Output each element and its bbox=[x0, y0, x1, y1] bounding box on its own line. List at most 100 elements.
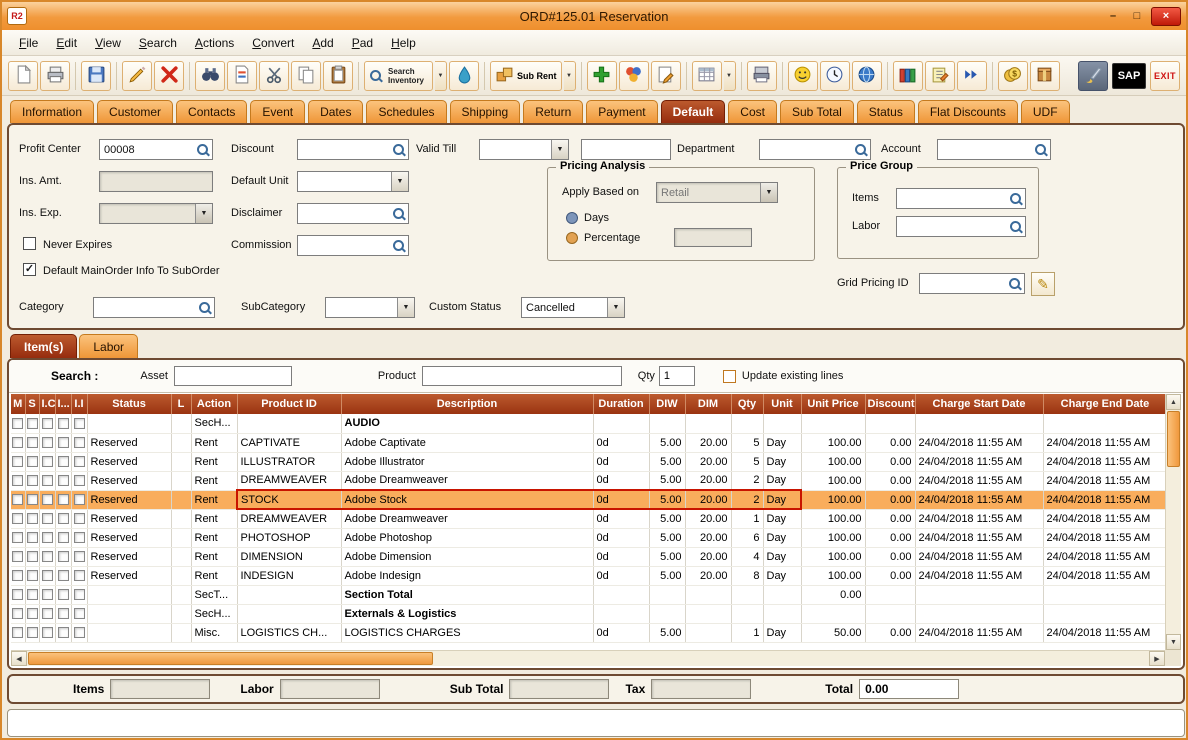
row-checkbox[interactable] bbox=[27, 532, 38, 543]
row-checkbox[interactable] bbox=[58, 513, 69, 524]
row-checkbox[interactable] bbox=[42, 456, 53, 467]
row-checkbox[interactable] bbox=[12, 513, 23, 524]
row-checkbox[interactable] bbox=[27, 494, 38, 505]
sap-button[interactable]: SAP bbox=[1112, 63, 1146, 89]
grid-col-description[interactable]: Description bbox=[341, 394, 593, 414]
price-group-labor-field[interactable] bbox=[896, 216, 1026, 237]
close-button[interactable]: × bbox=[1151, 7, 1181, 26]
chevron-down-icon[interactable]: ▼ bbox=[607, 298, 624, 317]
asset-input[interactable] bbox=[174, 366, 292, 386]
valid-till-combo[interactable]: ▼ bbox=[479, 139, 569, 160]
grid-row[interactable]: ReservedRentDREAMWEAVERAdobe Dreamweaver… bbox=[11, 509, 1165, 528]
sub-rent-button[interactable]: Sub Rent bbox=[490, 61, 562, 91]
row-checkbox[interactable] bbox=[27, 475, 38, 486]
grid-col-product-id[interactable]: Product ID bbox=[237, 394, 341, 414]
edit-button[interactable] bbox=[122, 61, 152, 91]
grid-col-i[interactable]: I... bbox=[55, 394, 71, 414]
tab-schedules[interactable]: Schedules bbox=[366, 100, 446, 123]
minimize-button[interactable]: – bbox=[1103, 8, 1123, 24]
menu-help[interactable]: Help bbox=[382, 32, 425, 54]
row-checkbox[interactable] bbox=[12, 589, 23, 600]
cut-document-button[interactable] bbox=[227, 61, 257, 91]
product-input[interactable] bbox=[422, 366, 622, 386]
payment-button[interactable]: $ bbox=[998, 61, 1028, 91]
row-checkbox[interactable] bbox=[58, 627, 69, 638]
tab-contacts[interactable]: Contacts bbox=[176, 100, 247, 123]
search-icon[interactable] bbox=[1009, 192, 1023, 206]
default-unit-combo[interactable]: ▼ bbox=[297, 171, 409, 192]
menu-add[interactable]: Add bbox=[303, 32, 342, 54]
row-checkbox[interactable] bbox=[12, 570, 23, 581]
catalog-button[interactable] bbox=[893, 61, 923, 91]
availability-button[interactable] bbox=[449, 61, 479, 91]
tab-flat-discounts[interactable]: Flat Discounts bbox=[918, 100, 1018, 123]
grid-col-status[interactable]: Status bbox=[87, 394, 171, 414]
subtab-labor[interactable]: Labor bbox=[79, 334, 138, 358]
valid-till-time-field[interactable] bbox=[581, 139, 671, 160]
time-button[interactable] bbox=[820, 61, 850, 91]
row-checkbox[interactable] bbox=[58, 437, 69, 448]
row-checkbox[interactable] bbox=[58, 589, 69, 600]
row-checkbox[interactable] bbox=[74, 532, 85, 543]
qty-input[interactable]: 1 bbox=[659, 366, 695, 386]
discount-field[interactable] bbox=[297, 139, 409, 160]
group-items-button[interactable] bbox=[619, 61, 649, 91]
maximize-button[interactable]: □ bbox=[1127, 8, 1147, 24]
row-checkbox[interactable] bbox=[12, 456, 23, 467]
row-checkbox[interactable] bbox=[74, 551, 85, 562]
account-field[interactable] bbox=[937, 139, 1051, 160]
row-checkbox[interactable] bbox=[74, 589, 85, 600]
commission-field[interactable] bbox=[297, 235, 409, 256]
row-checkbox[interactable] bbox=[74, 627, 85, 638]
grid-view-dropdown[interactable]: ▼ bbox=[724, 61, 736, 91]
row-checkbox[interactable] bbox=[42, 627, 53, 638]
grid-col-unit[interactable]: Unit bbox=[763, 394, 801, 414]
row-checkbox[interactable] bbox=[27, 570, 38, 581]
menu-file[interactable]: File bbox=[10, 32, 47, 54]
row-checkbox[interactable] bbox=[74, 418, 85, 429]
grid-row[interactable]: ReservedRentDREAMWEAVERAdobe Dreamweaver… bbox=[11, 471, 1165, 490]
horizontal-scroll-thumb[interactable] bbox=[28, 652, 433, 665]
grid-row[interactable]: ReservedRentILLUSTRATORAdobe Illustrator… bbox=[11, 452, 1165, 471]
grid-row[interactable]: SecT...Section Total0.00 bbox=[11, 585, 1165, 604]
grid-col-charge-start-date[interactable]: Charge Start Date bbox=[915, 394, 1043, 414]
row-checkbox[interactable] bbox=[27, 418, 38, 429]
cut-button[interactable] bbox=[259, 61, 289, 91]
vertical-scrollbar[interactable]: ▲ ▼ bbox=[1165, 394, 1181, 650]
grid-row[interactable]: ReservedRentINDESIGNAdobe Indesign0d5.00… bbox=[11, 566, 1165, 585]
grid-row[interactable]: SecH...AUDIO bbox=[11, 414, 1165, 433]
row-checkbox[interactable] bbox=[58, 608, 69, 619]
row-checkbox[interactable] bbox=[12, 608, 23, 619]
row-checkbox[interactable] bbox=[74, 494, 85, 505]
default-mainorder-checkbox[interactable] bbox=[23, 263, 36, 276]
row-checkbox[interactable] bbox=[12, 475, 23, 486]
add-line-button[interactable] bbox=[587, 61, 617, 91]
search-inventory-dropdown[interactable]: ▼ bbox=[435, 61, 447, 91]
chevron-down-icon[interactable]: ▼ bbox=[391, 172, 408, 191]
row-checkbox[interactable] bbox=[74, 475, 85, 486]
search-icon[interactable] bbox=[392, 207, 406, 221]
grid-col-m[interactable]: M bbox=[11, 394, 25, 414]
tab-customer[interactable]: Customer bbox=[97, 100, 173, 123]
grid-col-diw[interactable]: DIW bbox=[649, 394, 685, 414]
price-group-items-field[interactable] bbox=[896, 188, 1026, 209]
notes-button[interactable] bbox=[925, 61, 955, 91]
grid-col-l[interactable]: L bbox=[171, 394, 191, 414]
grid-col-discount[interactable]: Discount bbox=[865, 394, 915, 414]
chevron-down-icon[interactable]: ▼ bbox=[397, 298, 414, 317]
grid-col-dim[interactable]: DIM bbox=[685, 394, 731, 414]
custom-status-combo[interactable]: Cancelled▼ bbox=[521, 297, 625, 318]
search-icon[interactable] bbox=[1008, 277, 1022, 291]
grid-col-duration[interactable]: Duration bbox=[593, 394, 649, 414]
row-checkbox[interactable] bbox=[42, 475, 53, 486]
row-checkbox[interactable] bbox=[12, 494, 23, 505]
tab-event[interactable]: Event bbox=[250, 100, 305, 123]
paste-button[interactable] bbox=[323, 61, 353, 91]
row-checkbox[interactable] bbox=[42, 494, 53, 505]
copy-button[interactable] bbox=[291, 61, 321, 91]
vertical-scroll-thumb[interactable] bbox=[1167, 411, 1180, 467]
menu-pad[interactable]: Pad bbox=[343, 32, 382, 54]
tab-payment[interactable]: Payment bbox=[586, 100, 657, 123]
row-checkbox[interactable] bbox=[27, 513, 38, 524]
menu-actions[interactable]: Actions bbox=[186, 32, 243, 54]
